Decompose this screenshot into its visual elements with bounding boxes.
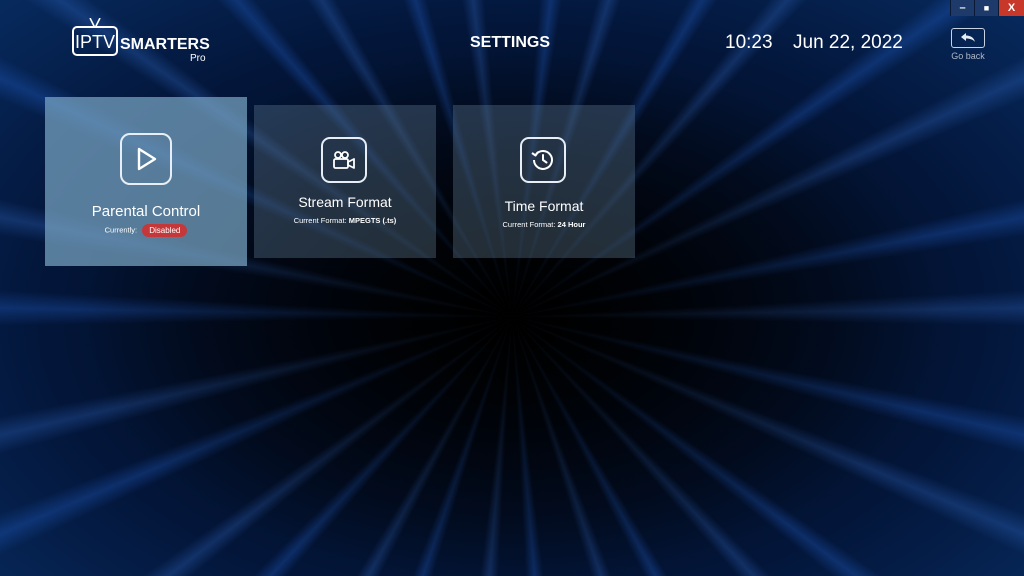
go-back-label: Go back (951, 51, 985, 61)
status-badge: Disabled (142, 224, 188, 237)
window-controls: – ■ X (950, 0, 1024, 16)
card-title: Stream Format (298, 194, 392, 210)
format-value: 24 Hour (557, 220, 586, 229)
format-label: Current Format: (502, 220, 556, 229)
card-title: Parental Control (91, 203, 201, 220)
format-label: Current Format: (293, 216, 347, 225)
parental-control-card[interactable]: Parental Control Currently: Disabled (45, 97, 247, 266)
logo-suffix: Pro (190, 53, 206, 64)
close-button[interactable]: X (998, 0, 1024, 16)
video-camera-icon (321, 137, 367, 183)
stream-format-card[interactable]: Stream Format Current Format: MPEGTS (.t… (254, 105, 436, 258)
minimize-button[interactable]: – (950, 0, 974, 16)
format-value: MPEGTS (.ts) (348, 216, 397, 225)
card-status: Current Format: MPEGTS (.ts) (254, 216, 436, 225)
card-title: Time Format (504, 198, 584, 214)
clock-time: 10:23 (725, 32, 773, 53)
time-format-card[interactable]: Time Format Current Format: 24 Hour (453, 105, 635, 258)
maximize-button[interactable]: ■ (974, 0, 998, 16)
go-back-button[interactable]: Go back (947, 28, 989, 61)
status-label: Currently: (104, 225, 138, 235)
logo-prefix: IPTV (75, 32, 116, 52)
play-icon (120, 133, 172, 185)
card-status: Currently: Disabled (45, 224, 247, 237)
back-arrow-icon (951, 28, 985, 48)
app-logo: IPTV SMARTERS Pro (72, 16, 212, 66)
card-status: Current Format: 24 Hour (453, 220, 635, 229)
page-title: SETTINGS (470, 34, 551, 51)
history-clock-icon (520, 137, 566, 183)
clock-date: Jun 22, 2022 (793, 32, 903, 53)
logo-name: SMARTERS (120, 36, 210, 53)
app-background: – ■ X IPTV SMARTERS Pro SETTINGS 10:23 J… (0, 0, 1024, 576)
